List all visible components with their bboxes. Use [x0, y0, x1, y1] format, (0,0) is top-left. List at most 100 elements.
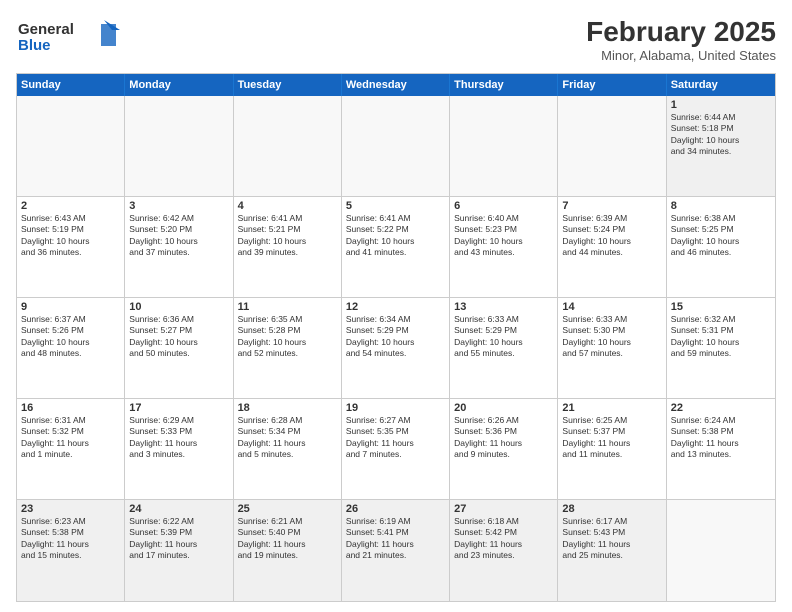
day-number: 8 — [671, 200, 771, 212]
day-info: Sunrise: 6:35 AM Sunset: 5:28 PM Dayligh… — [238, 314, 337, 360]
calendar-cell-day: 27Sunrise: 6:18 AM Sunset: 5:42 PM Dayli… — [450, 500, 558, 601]
day-number: 14 — [562, 301, 661, 313]
day-info: Sunrise: 6:33 AM Sunset: 5:30 PM Dayligh… — [562, 314, 661, 360]
calendar-cell-day: 13Sunrise: 6:33 AM Sunset: 5:29 PM Dayli… — [450, 298, 558, 398]
day-info: Sunrise: 6:31 AM Sunset: 5:32 PM Dayligh… — [21, 415, 120, 461]
day-info: Sunrise: 6:44 AM Sunset: 5:18 PM Dayligh… — [671, 112, 771, 158]
day-info: Sunrise: 6:17 AM Sunset: 5:43 PM Dayligh… — [562, 516, 661, 562]
svg-text:General: General — [18, 21, 74, 38]
day-number: 20 — [454, 402, 553, 414]
header: General Blue February 2025 Minor, Alabam… — [16, 16, 776, 65]
calendar-cell-empty — [234, 96, 342, 196]
calendar-cell-empty — [558, 96, 666, 196]
day-info: Sunrise: 6:34 AM Sunset: 5:29 PM Dayligh… — [346, 314, 445, 360]
day-number: 6 — [454, 200, 553, 212]
calendar-cell-empty — [17, 96, 125, 196]
calendar-header-cell: Friday — [558, 74, 666, 96]
day-info: Sunrise: 6:22 AM Sunset: 5:39 PM Dayligh… — [129, 516, 228, 562]
day-number: 27 — [454, 503, 553, 515]
day-number: 3 — [129, 200, 228, 212]
day-number: 4 — [238, 200, 337, 212]
day-number: 24 — [129, 503, 228, 515]
calendar-week-row: 9Sunrise: 6:37 AM Sunset: 5:26 PM Daylig… — [17, 298, 775, 399]
day-info: Sunrise: 6:40 AM Sunset: 5:23 PM Dayligh… — [454, 213, 553, 259]
svg-text:Blue: Blue — [18, 37, 51, 54]
logo-text: General Blue — [16, 16, 126, 65]
calendar-cell-day: 17Sunrise: 6:29 AM Sunset: 5:33 PM Dayli… — [125, 399, 233, 499]
calendar-cell-day: 9Sunrise: 6:37 AM Sunset: 5:26 PM Daylig… — [17, 298, 125, 398]
day-info: Sunrise: 6:41 AM Sunset: 5:22 PM Dayligh… — [346, 213, 445, 259]
main-title: February 2025 — [586, 16, 776, 48]
day-number: 17 — [129, 402, 228, 414]
day-info: Sunrise: 6:23 AM Sunset: 5:38 PM Dayligh… — [21, 516, 120, 562]
day-number: 2 — [21, 200, 120, 212]
calendar-cell-day: 22Sunrise: 6:24 AM Sunset: 5:38 PM Dayli… — [667, 399, 775, 499]
calendar-cell-empty — [125, 96, 233, 196]
logo: General Blue — [16, 16, 126, 65]
day-info: Sunrise: 6:37 AM Sunset: 5:26 PM Dayligh… — [21, 314, 120, 360]
calendar-cell-day: 14Sunrise: 6:33 AM Sunset: 5:30 PM Dayli… — [558, 298, 666, 398]
day-number: 9 — [21, 301, 120, 313]
day-info: Sunrise: 6:21 AM Sunset: 5:40 PM Dayligh… — [238, 516, 337, 562]
calendar-cell-day: 28Sunrise: 6:17 AM Sunset: 5:43 PM Dayli… — [558, 500, 666, 601]
calendar-week-row: 1Sunrise: 6:44 AM Sunset: 5:18 PM Daylig… — [17, 96, 775, 197]
calendar-cell-day: 8Sunrise: 6:38 AM Sunset: 5:25 PM Daylig… — [667, 197, 775, 297]
calendar-header-cell: Saturday — [667, 74, 775, 96]
day-number: 18 — [238, 402, 337, 414]
calendar-cell-day: 6Sunrise: 6:40 AM Sunset: 5:23 PM Daylig… — [450, 197, 558, 297]
calendar-cell-day: 10Sunrise: 6:36 AM Sunset: 5:27 PM Dayli… — [125, 298, 233, 398]
calendar-header: SundayMondayTuesdayWednesdayThursdayFrid… — [17, 74, 775, 96]
day-number: 26 — [346, 503, 445, 515]
day-info: Sunrise: 6:41 AM Sunset: 5:21 PM Dayligh… — [238, 213, 337, 259]
calendar-cell-day: 11Sunrise: 6:35 AM Sunset: 5:28 PM Dayli… — [234, 298, 342, 398]
calendar-cell-day: 21Sunrise: 6:25 AM Sunset: 5:37 PM Dayli… — [558, 399, 666, 499]
day-info: Sunrise: 6:26 AM Sunset: 5:36 PM Dayligh… — [454, 415, 553, 461]
day-info: Sunrise: 6:32 AM Sunset: 5:31 PM Dayligh… — [671, 314, 771, 360]
day-info: Sunrise: 6:43 AM Sunset: 5:19 PM Dayligh… — [21, 213, 120, 259]
day-number: 28 — [562, 503, 661, 515]
day-number: 25 — [238, 503, 337, 515]
calendar-cell-day: 18Sunrise: 6:28 AM Sunset: 5:34 PM Dayli… — [234, 399, 342, 499]
day-info: Sunrise: 6:24 AM Sunset: 5:38 PM Dayligh… — [671, 415, 771, 461]
day-number: 10 — [129, 301, 228, 313]
calendar-cell-day: 16Sunrise: 6:31 AM Sunset: 5:32 PM Dayli… — [17, 399, 125, 499]
day-info: Sunrise: 6:42 AM Sunset: 5:20 PM Dayligh… — [129, 213, 228, 259]
calendar-header-cell: Tuesday — [234, 74, 342, 96]
day-info: Sunrise: 6:28 AM Sunset: 5:34 PM Dayligh… — [238, 415, 337, 461]
calendar-cell-empty — [667, 500, 775, 601]
calendar-cell-day: 5Sunrise: 6:41 AM Sunset: 5:22 PM Daylig… — [342, 197, 450, 297]
calendar-cell-day: 3Sunrise: 6:42 AM Sunset: 5:20 PM Daylig… — [125, 197, 233, 297]
calendar-header-cell: Monday — [125, 74, 233, 96]
calendar-cell-day: 15Sunrise: 6:32 AM Sunset: 5:31 PM Dayli… — [667, 298, 775, 398]
calendar-header-cell: Thursday — [450, 74, 558, 96]
day-number: 1 — [671, 99, 771, 111]
day-number: 5 — [346, 200, 445, 212]
subtitle: Minor, Alabama, United States — [586, 48, 776, 63]
day-info: Sunrise: 6:39 AM Sunset: 5:24 PM Dayligh… — [562, 213, 661, 259]
day-info: Sunrise: 6:38 AM Sunset: 5:25 PM Dayligh… — [671, 213, 771, 259]
calendar: SundayMondayTuesdayWednesdayThursdayFrid… — [16, 73, 776, 602]
day-info: Sunrise: 6:19 AM Sunset: 5:41 PM Dayligh… — [346, 516, 445, 562]
day-number: 21 — [562, 402, 661, 414]
calendar-header-cell: Wednesday — [342, 74, 450, 96]
title-area: February 2025 Minor, Alabama, United Sta… — [586, 16, 776, 63]
calendar-body: 1Sunrise: 6:44 AM Sunset: 5:18 PM Daylig… — [17, 96, 775, 601]
day-info: Sunrise: 6:25 AM Sunset: 5:37 PM Dayligh… — [562, 415, 661, 461]
calendar-cell-day: 1Sunrise: 6:44 AM Sunset: 5:18 PM Daylig… — [667, 96, 775, 196]
calendar-cell-empty — [342, 96, 450, 196]
day-number: 13 — [454, 301, 553, 313]
calendar-cell-day: 25Sunrise: 6:21 AM Sunset: 5:40 PM Dayli… — [234, 500, 342, 601]
calendar-header-cell: Sunday — [17, 74, 125, 96]
day-number: 12 — [346, 301, 445, 313]
day-number: 7 — [562, 200, 661, 212]
day-number: 11 — [238, 301, 337, 313]
day-info: Sunrise: 6:36 AM Sunset: 5:27 PM Dayligh… — [129, 314, 228, 360]
page: General Blue February 2025 Minor, Alabam… — [0, 0, 792, 612]
calendar-cell-empty — [450, 96, 558, 196]
day-info: Sunrise: 6:33 AM Sunset: 5:29 PM Dayligh… — [454, 314, 553, 360]
day-number: 19 — [346, 402, 445, 414]
calendar-cell-day: 2Sunrise: 6:43 AM Sunset: 5:19 PM Daylig… — [17, 197, 125, 297]
calendar-cell-day: 4Sunrise: 6:41 AM Sunset: 5:21 PM Daylig… — [234, 197, 342, 297]
calendar-cell-day: 12Sunrise: 6:34 AM Sunset: 5:29 PM Dayli… — [342, 298, 450, 398]
day-info: Sunrise: 6:29 AM Sunset: 5:33 PM Dayligh… — [129, 415, 228, 461]
